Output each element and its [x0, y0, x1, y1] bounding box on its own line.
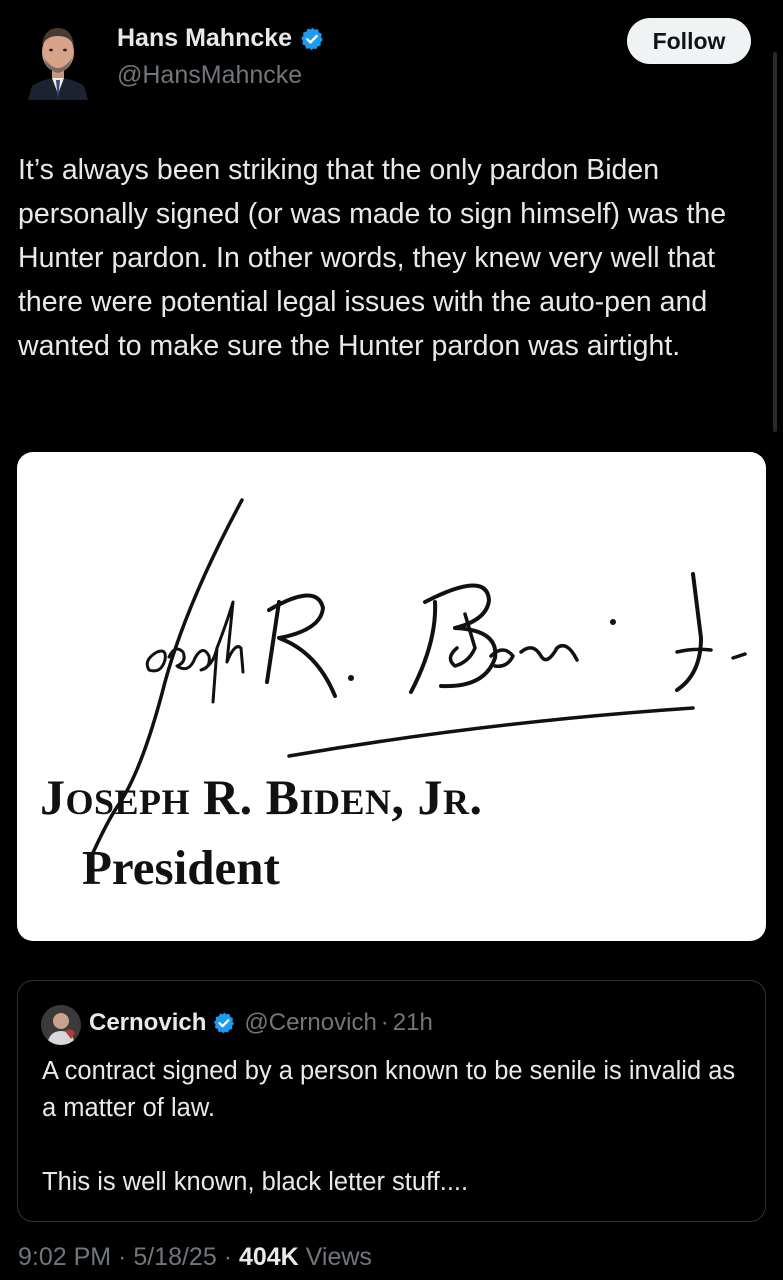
author-name[interactable]: Hans Mahncke — [117, 24, 292, 53]
quote-text: A contract signed by a person known to b… — [42, 1057, 736, 1196]
views-label: Views — [298, 1243, 372, 1271]
author-avatar[interactable] — [24, 16, 92, 100]
tweet-image[interactable]: JOSEPH R. BIDEN, JR. President — [17, 452, 766, 941]
views-count[interactable]: 404K — [239, 1243, 299, 1271]
tweet-time[interactable]: 9:02 PM — [18, 1243, 111, 1271]
signature-caption-name: JOSEPH R. BIDEN, JR. — [40, 769, 483, 825]
scrollbar[interactable] — [773, 52, 777, 432]
signature-caption-title: President — [82, 840, 280, 895]
verified-badge-icon — [212, 1011, 236, 1035]
quote-author-name[interactable]: Cernovich — [89, 1009, 206, 1037]
author-handle[interactable]: @HansMahncke — [117, 61, 302, 90]
verified-badge-icon — [299, 26, 325, 52]
meta-separator: · — [111, 1243, 134, 1271]
tweet-date[interactable]: 5/18/25 — [133, 1243, 216, 1271]
tweet-text: It’s always been striking that the only … — [18, 154, 734, 362]
quote-timestamp[interactable]: 21h — [393, 1009, 433, 1037]
tweet-meta: 9:02 PM · 5/18/25 · 404K Views — [18, 1243, 372, 1272]
quote-author-avatar[interactable] — [41, 1005, 81, 1045]
quote-separator: · — [380, 1009, 389, 1036]
follow-button[interactable]: Follow — [627, 18, 751, 64]
quote-tweet-card[interactable]: Cernovich @Cernovich · 21h A contract si… — [17, 980, 766, 1222]
author-name-row[interactable]: Hans Mahncke — [117, 24, 325, 53]
quote-header: Cernovich @Cernovich · 21h — [89, 1009, 433, 1037]
meta-separator: · — [216, 1243, 239, 1271]
quote-author-handle[interactable]: @Cernovich — [244, 1009, 376, 1037]
